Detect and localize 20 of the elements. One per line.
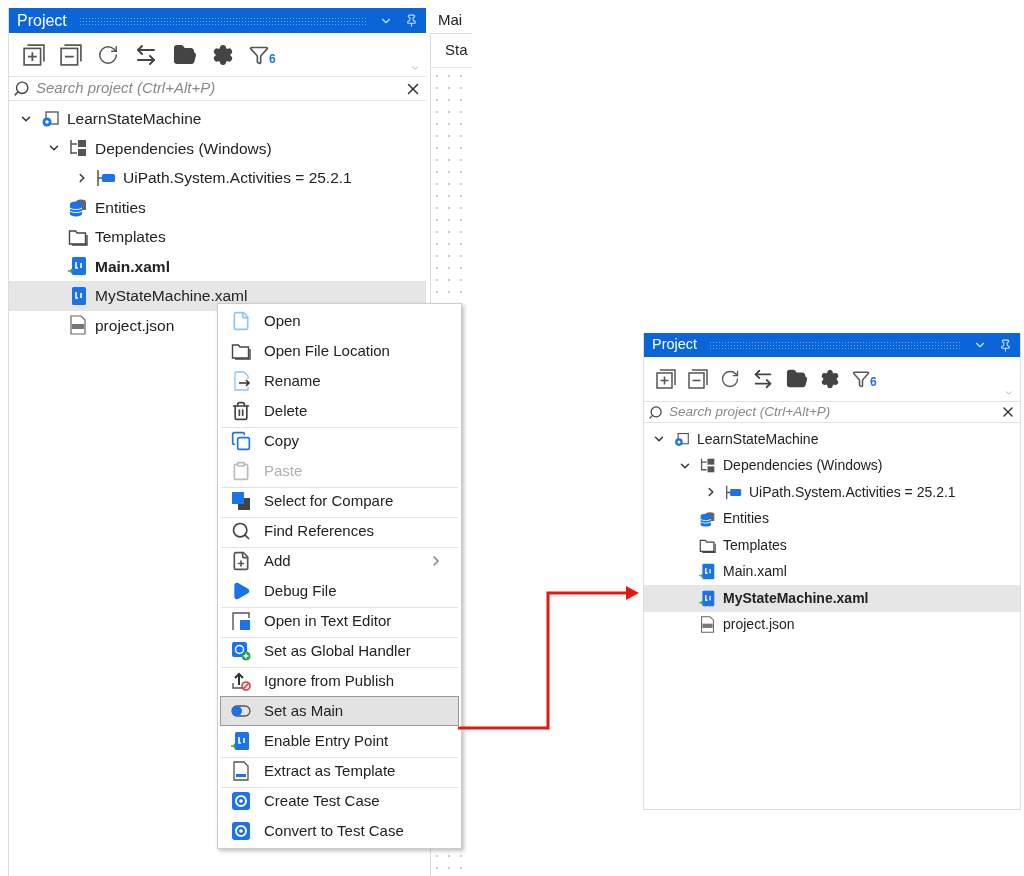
tree-item-label: Dependencies (Windows) (95, 138, 272, 159)
tree-item-label: UiPath.System.Activities = 25.2.1 (123, 168, 352, 189)
tree-item-label: Main.xaml (95, 256, 170, 277)
tree-item-label: Templates (95, 227, 166, 248)
panel-title: Project (17, 10, 67, 31)
tree-item-label: Entities (95, 197, 146, 218)
tree-item-label: Templates (723, 535, 787, 555)
tree-item-label: Main.xaml (723, 562, 787, 582)
tree-item-label: LearnStateMachine (697, 429, 819, 449)
tree-item-label: project.json (723, 615, 795, 635)
tree-item-label: Entities (723, 509, 769, 529)
panel-title: Project (652, 335, 698, 355)
tree-item-label: project.json (95, 315, 175, 336)
filter-count: 6 (269, 52, 276, 65)
tree-item-label: UiPath.System.Activities = 25.2.1 (749, 482, 956, 502)
tree-item-label: MyStateMachine.xaml (723, 588, 869, 608)
filter-count: 6 (870, 376, 877, 388)
tree-item-label: MyStateMachine.xaml (95, 286, 248, 307)
tree-item-label: LearnStateMachine (67, 109, 202, 130)
tree-item-label: Dependencies (Windows) (723, 456, 883, 476)
